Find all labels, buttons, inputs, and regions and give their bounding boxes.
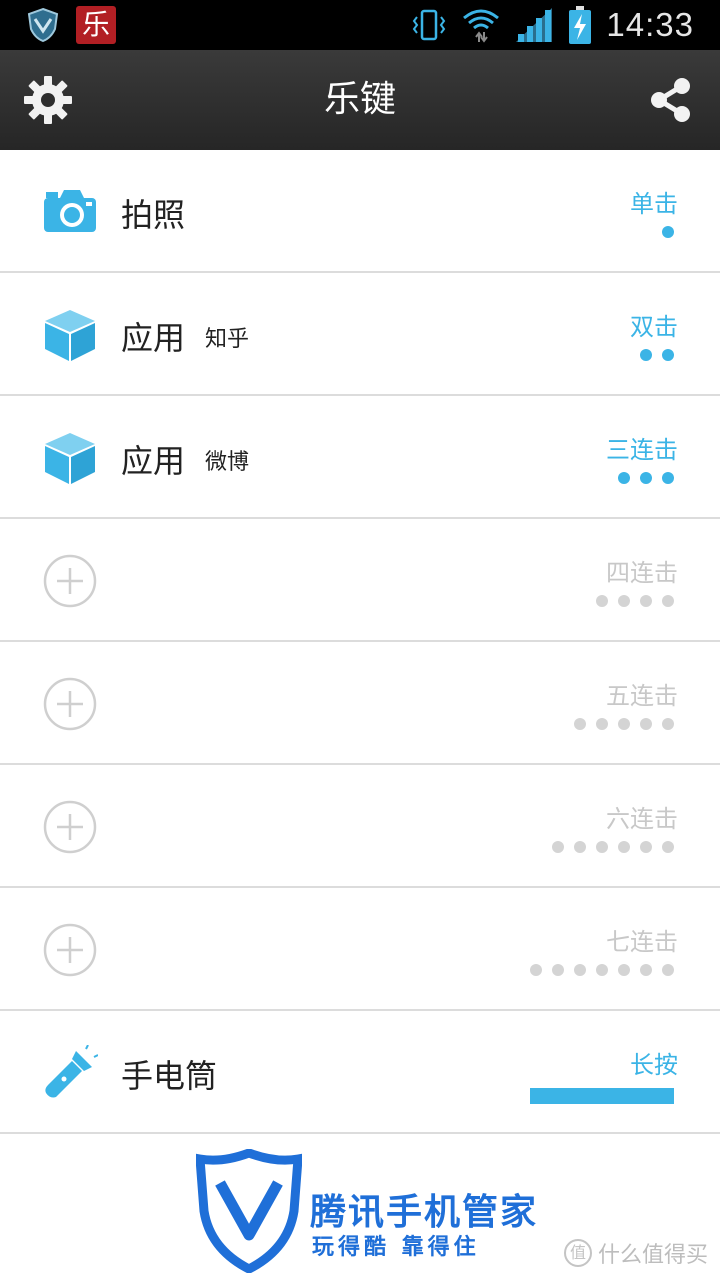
clock: 14:33 xyxy=(606,6,694,43)
tap-dot xyxy=(552,964,564,976)
tap-dot xyxy=(662,841,674,853)
gesture-label: 三连击 xyxy=(606,436,678,464)
gesture-row[interactable]: 五连击 xyxy=(0,642,720,765)
gesture-label: 六连击 xyxy=(606,805,678,833)
tap-dot xyxy=(618,472,630,484)
tap-dot xyxy=(640,595,652,607)
gesture-label: 五连击 xyxy=(606,682,678,710)
tencent-guard-logo-icon xyxy=(196,1149,302,1273)
gesture-row[interactable]: 四连击 xyxy=(0,519,720,642)
wifi-icon xyxy=(463,9,500,43)
status-right: 14:33 xyxy=(410,4,694,46)
gesture-label: 双击 xyxy=(630,313,678,341)
add-circle-icon xyxy=(42,553,98,609)
gesture-label: 七连击 xyxy=(606,928,678,956)
tap-count-indicator xyxy=(662,226,674,238)
cube-icon xyxy=(42,430,98,486)
tap-dot xyxy=(574,964,586,976)
action-label: 应用 xyxy=(121,442,186,480)
tap-dot xyxy=(662,472,674,484)
gesture-row[interactable]: 手电筒 长按 xyxy=(0,1011,720,1134)
security-shield-icon xyxy=(27,7,59,43)
action-label: 手电筒 xyxy=(121,1057,218,1095)
status-bar: 乐 14:33 xyxy=(0,0,720,50)
tap-dot xyxy=(640,472,652,484)
tap-dot xyxy=(618,718,630,730)
add-circle-icon xyxy=(42,799,98,855)
add-circle-icon xyxy=(42,922,98,978)
watermark-text: 什么值得买 xyxy=(597,1243,708,1268)
gesture-row[interactable]: 应用 知乎 双击 xyxy=(0,273,720,396)
gesture-label: 四连击 xyxy=(606,559,678,587)
camera-icon xyxy=(42,184,98,240)
tap-dot xyxy=(596,718,608,730)
share-icon[interactable] xyxy=(648,76,694,124)
gesture-label: 长按 xyxy=(630,1051,678,1079)
long-press-indicator xyxy=(530,1088,674,1104)
tap-dot xyxy=(662,595,674,607)
status-left: 乐 xyxy=(26,6,116,44)
brand-slogan: 玩得酷 靠得住 xyxy=(312,1235,480,1260)
action-label: 应用 xyxy=(121,319,186,357)
tap-dot xyxy=(596,595,608,607)
tap-count-indicator xyxy=(530,964,674,976)
gesture-list: 拍照 单击 应用 知乎 双击 应用 微博 三连击 四连击 五连击 六连击 七连击 手电筒 长按 xyxy=(0,150,720,1134)
tap-dot xyxy=(640,964,652,976)
gesture-row[interactable]: 拍照 单击 xyxy=(0,150,720,273)
tap-dot xyxy=(596,841,608,853)
tap-count-indicator xyxy=(574,718,674,730)
tap-dot xyxy=(662,964,674,976)
brand-name: 腾讯手机管家 xyxy=(310,1192,539,1233)
tap-dot xyxy=(618,841,630,853)
tap-dot xyxy=(552,841,564,853)
vibrate-icon xyxy=(413,9,446,41)
page-title: 乐键 xyxy=(323,79,396,120)
tap-count-indicator xyxy=(596,595,674,607)
footer-ad: 腾讯手机管家 玩得酷 靠得住 值 什么值得买 xyxy=(0,1135,720,1280)
gesture-label: 单击 xyxy=(630,190,678,218)
tap-dot xyxy=(618,595,630,607)
tap-dot xyxy=(640,841,652,853)
tap-dot xyxy=(640,718,652,730)
tap-dot xyxy=(662,226,674,238)
title-bar: 乐键 xyxy=(0,50,720,150)
tap-dot xyxy=(662,349,674,361)
app-badge-icon: 乐 xyxy=(76,6,116,44)
cube-icon xyxy=(42,307,98,363)
tap-dot xyxy=(574,841,586,853)
gesture-row[interactable]: 六连击 xyxy=(0,765,720,888)
action-target-app: 微博 xyxy=(205,450,250,475)
tap-dot xyxy=(662,718,674,730)
tap-count-indicator xyxy=(552,841,674,853)
tap-dot xyxy=(640,349,652,361)
flashlight-icon xyxy=(42,1044,99,1101)
watermark: 值 什么值得买 xyxy=(563,1237,708,1269)
action-target-app: 知乎 xyxy=(205,327,250,352)
action-label: 拍照 xyxy=(121,196,186,234)
add-circle-icon xyxy=(42,676,98,732)
watermark-logo-icon: 值 xyxy=(563,1239,592,1267)
tap-dot xyxy=(596,964,608,976)
tap-dot xyxy=(618,964,630,976)
tap-dot xyxy=(530,964,542,976)
gesture-row[interactable]: 应用 微博 三连击 xyxy=(0,396,720,519)
signal-icon xyxy=(516,8,553,42)
gesture-row[interactable]: 七连击 xyxy=(0,888,720,1011)
tap-count-indicator xyxy=(640,349,674,361)
tap-dot xyxy=(574,718,586,730)
tap-count-indicator xyxy=(618,472,674,484)
battery-charging-icon xyxy=(569,6,592,44)
